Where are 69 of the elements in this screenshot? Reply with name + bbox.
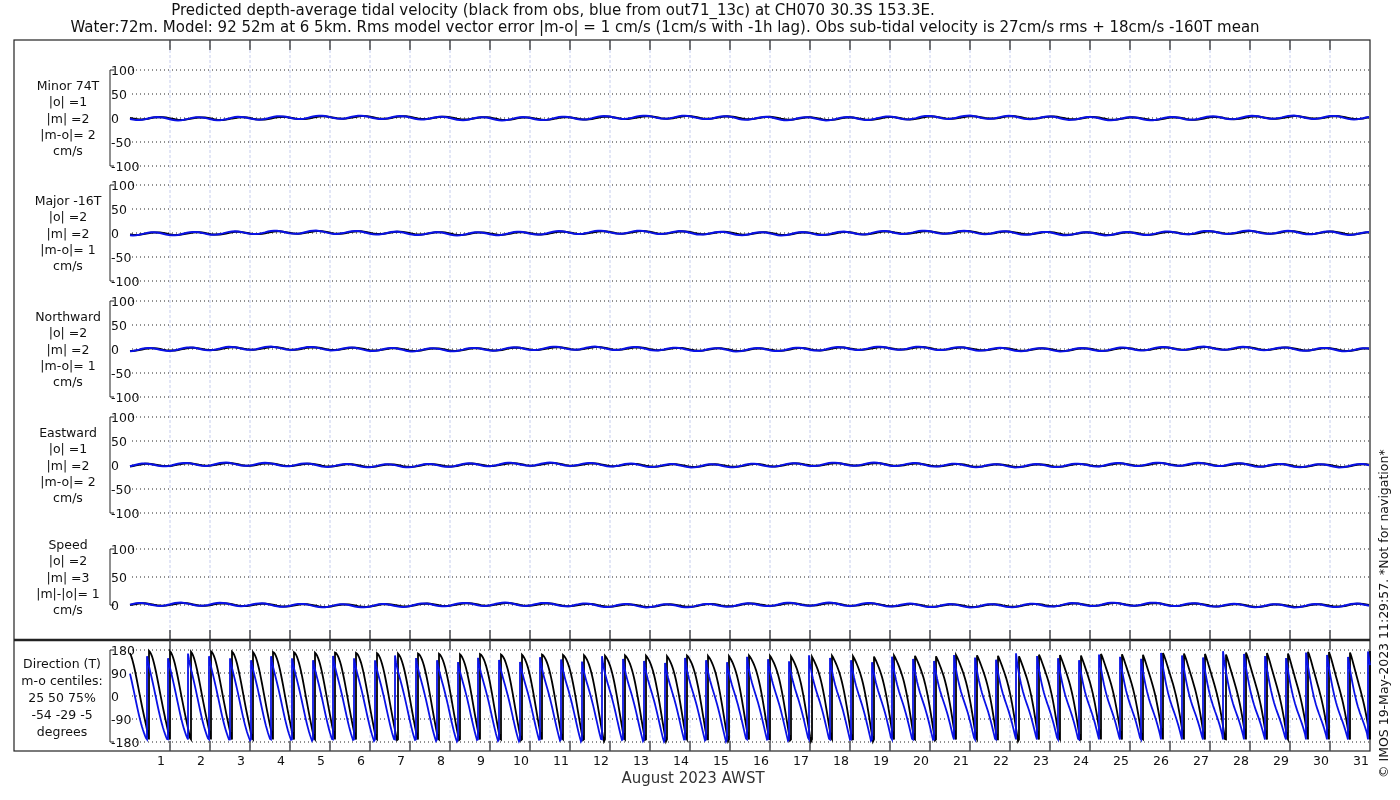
y-tick-label: 0 [111, 342, 119, 357]
x-tick-label: 31 [1353, 753, 1369, 768]
x-tick-label: 24 [1073, 753, 1089, 768]
x-tick-label: 8 [437, 753, 445, 768]
chart-title: Predicted depth-average tidal velocity (black from obs, blue from out71_13c) at CH070 30.3S 153.3E. [171, 1, 935, 19]
y-tick-label: -100 [111, 274, 140, 289]
y-tick-label: -90 [111, 712, 132, 727]
x-tick-label: 20 [913, 753, 929, 768]
y-tick-label: 50 [111, 570, 127, 585]
panel-label: Major -16T |o| =2 |m| =2 |m-o|= 1 cm/s [34, 193, 102, 274]
x-tick-label: 29 [1273, 753, 1289, 768]
x-tick-label: 17 [793, 753, 809, 768]
panel-label: Eastward |o| =1 |m| =2 |m-o|= 2 cm/s [39, 425, 97, 506]
x-tick-label: 12 [593, 753, 609, 768]
x-tick-label: 19 [873, 753, 889, 768]
x-tick-label: 27 [1193, 753, 1209, 768]
x-tick-label: 21 [953, 753, 969, 768]
x-tick-label: 1 [157, 753, 165, 768]
y-tick-label: 0 [111, 226, 119, 241]
x-tick-label: 6 [357, 753, 365, 768]
panel-label: Minor 74T |o| =1 |m| =2 |m-o|= 2 cm/s [36, 78, 100, 159]
side-note: © IMOS 19-May-2023 11:29:57. *Not for navigation* [1376, 449, 1391, 778]
panel-label: Direction (T) m-o centiles: 25 50 75% -54 -29 -5 degrees [21, 656, 103, 739]
panel-label: Speed |o| =2 |m| =3 |m|-|o|= 1 cm/s [36, 537, 100, 618]
y-tick-label: -50 [111, 250, 132, 265]
x-tick-label: 15 [713, 753, 729, 768]
y-tick-label: -100 [111, 506, 140, 521]
y-tick-label: 0 [111, 111, 119, 126]
y-tick-label: 100 [111, 178, 135, 193]
y-tick-label: 0 [111, 689, 119, 704]
x-tick-label: 10 [513, 753, 529, 768]
x-tick-label: 25 [1113, 753, 1129, 768]
x-tick-label: 5 [317, 753, 325, 768]
x-tick-label: 28 [1233, 753, 1249, 768]
y-tick-label: -100 [111, 159, 140, 174]
y-tick-label: -50 [111, 366, 132, 381]
x-tick-label: 30 [1313, 753, 1329, 768]
y-tick-label: 100 [111, 542, 135, 557]
chart-subtitle: Water:72m. Model: 92 52m at 6 5km. Rms model vector error |m-o| = 1 cm/s (1cm/s with -1h lag). Obs sub-tidal velocity is 27cm/s rms + 18cm/s -160T mean [70, 18, 1260, 36]
y-tick-label: 50 [111, 87, 127, 102]
x-tick-label: 9 [477, 753, 485, 768]
x-tick-label: 26 [1153, 753, 1169, 768]
x-tick-label: 3 [237, 753, 245, 768]
y-tick-label: -50 [111, 135, 132, 150]
x-tick-label: 18 [833, 753, 849, 768]
y-tick-label: 180 [111, 643, 135, 658]
x-tick-label: 11 [553, 753, 569, 768]
x-tick-label: 14 [673, 753, 689, 768]
x-tick-label: 4 [277, 753, 285, 768]
y-tick-label: -50 [111, 482, 132, 497]
y-tick-label: 50 [111, 202, 127, 217]
y-tick-label: -180 [111, 735, 140, 750]
x-tick-label: 16 [753, 753, 769, 768]
y-tick-label: 50 [111, 434, 127, 449]
y-tick-label: 0 [111, 598, 119, 613]
y-tick-label: 100 [111, 410, 135, 425]
x-tick-label: 2 [197, 753, 205, 768]
y-tick-label: 90 [111, 666, 127, 681]
y-tick-label: 100 [111, 294, 135, 309]
x-tick-label: 22 [993, 753, 1009, 768]
x-axis-label: August 2023 AWST [621, 769, 765, 787]
y-tick-label: -100 [111, 390, 140, 405]
panel-label: Northward |o| =2 |m| =2 |m-o|= 1 cm/s [35, 309, 101, 390]
y-tick-label: 0 [111, 458, 119, 473]
x-tick-label: 13 [633, 753, 649, 768]
x-tick-label: 7 [397, 753, 405, 768]
y-tick-label: 50 [111, 318, 127, 333]
x-tick-label: 23 [1033, 753, 1049, 768]
y-tick-label: 100 [111, 63, 135, 78]
